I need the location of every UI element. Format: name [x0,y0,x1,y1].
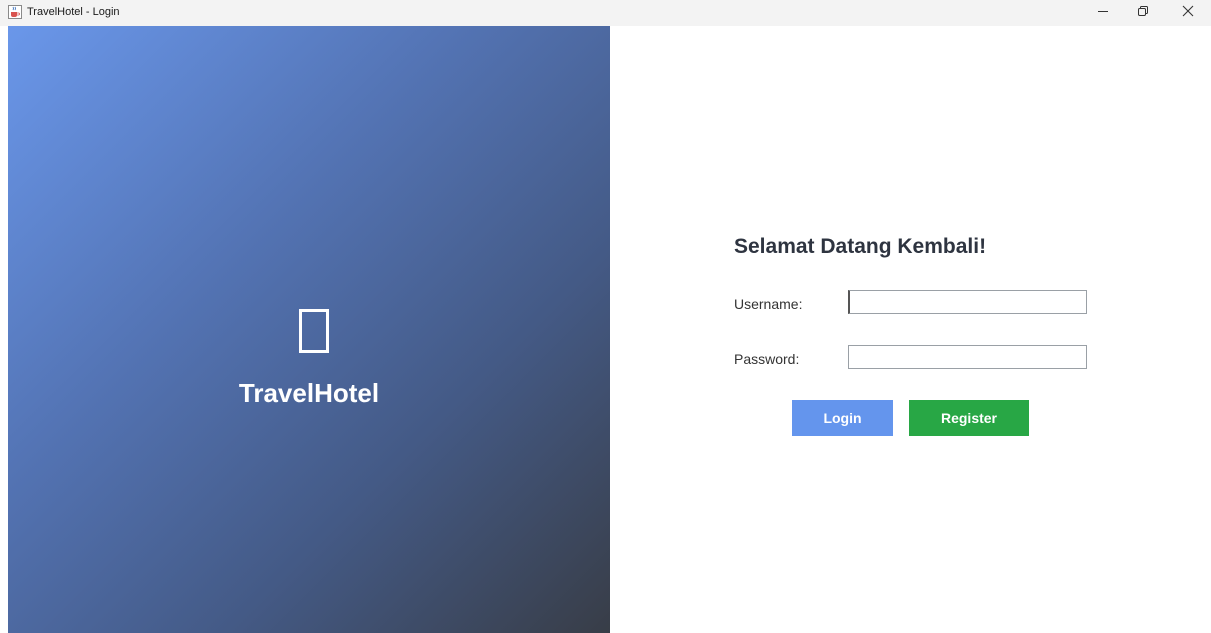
brand-name: TravelHotel [238,378,380,408]
restore-icon [1137,4,1149,22]
minimize-icon [1097,4,1109,22]
branding-panel [8,26,610,633]
minimize-button[interactable] [1083,0,1123,26]
close-icon [1182,4,1194,22]
login-button[interactable]: Login [792,400,893,436]
welcome-heading: Selamat Datang Kembali! [734,235,987,258]
username-input[interactable] [848,290,1087,314]
window-title: TravelHotel - Login [27,6,120,18]
password-input[interactable] [848,345,1087,369]
missing-glyph-icon [299,309,329,353]
password-label: Password: [734,351,800,367]
username-label: Username: [734,296,803,312]
login-window: TravelHotel - Login TravelHotel Selamat … [0,0,1211,633]
java-cup-icon [8,5,22,19]
restore-button[interactable] [1123,0,1163,26]
close-button[interactable] [1168,0,1208,26]
title-bar[interactable]: TravelHotel - Login [0,0,1211,26]
register-button[interactable]: Register [909,400,1029,436]
